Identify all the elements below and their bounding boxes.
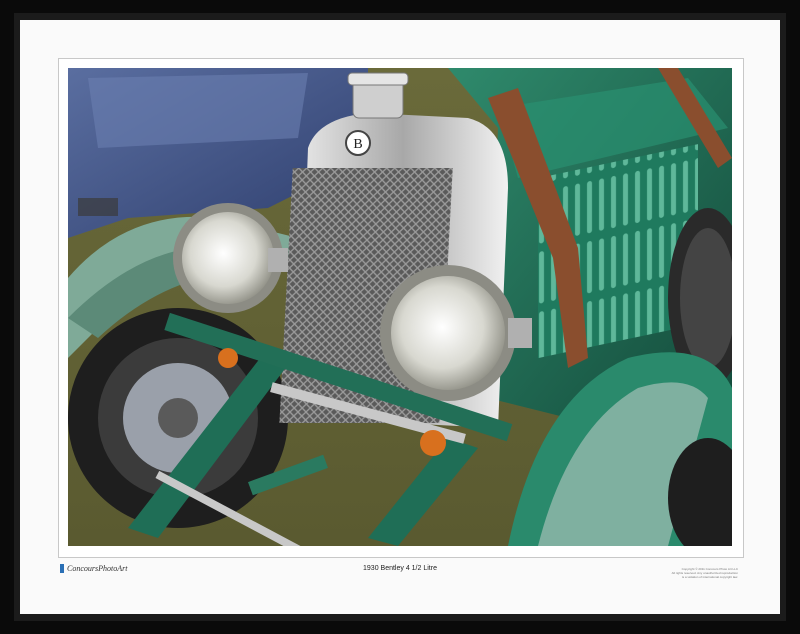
copyright-notice: Copyright © 2011 Concours Photo Art LLC … [654,567,738,579]
car-photograph: B [68,68,732,546]
print-mat: B ConcoursPhotoArt 1930 Bentley 4 1/2 Li… [20,20,780,614]
svg-text:B: B [353,137,362,152]
picture-frame: B ConcoursPhotoArt 1930 Bentley 4 1/2 Li… [0,0,800,634]
copyright-line: is a violation of international copyrigh… [681,575,738,579]
bentley-photo-illustration: B [68,68,732,546]
